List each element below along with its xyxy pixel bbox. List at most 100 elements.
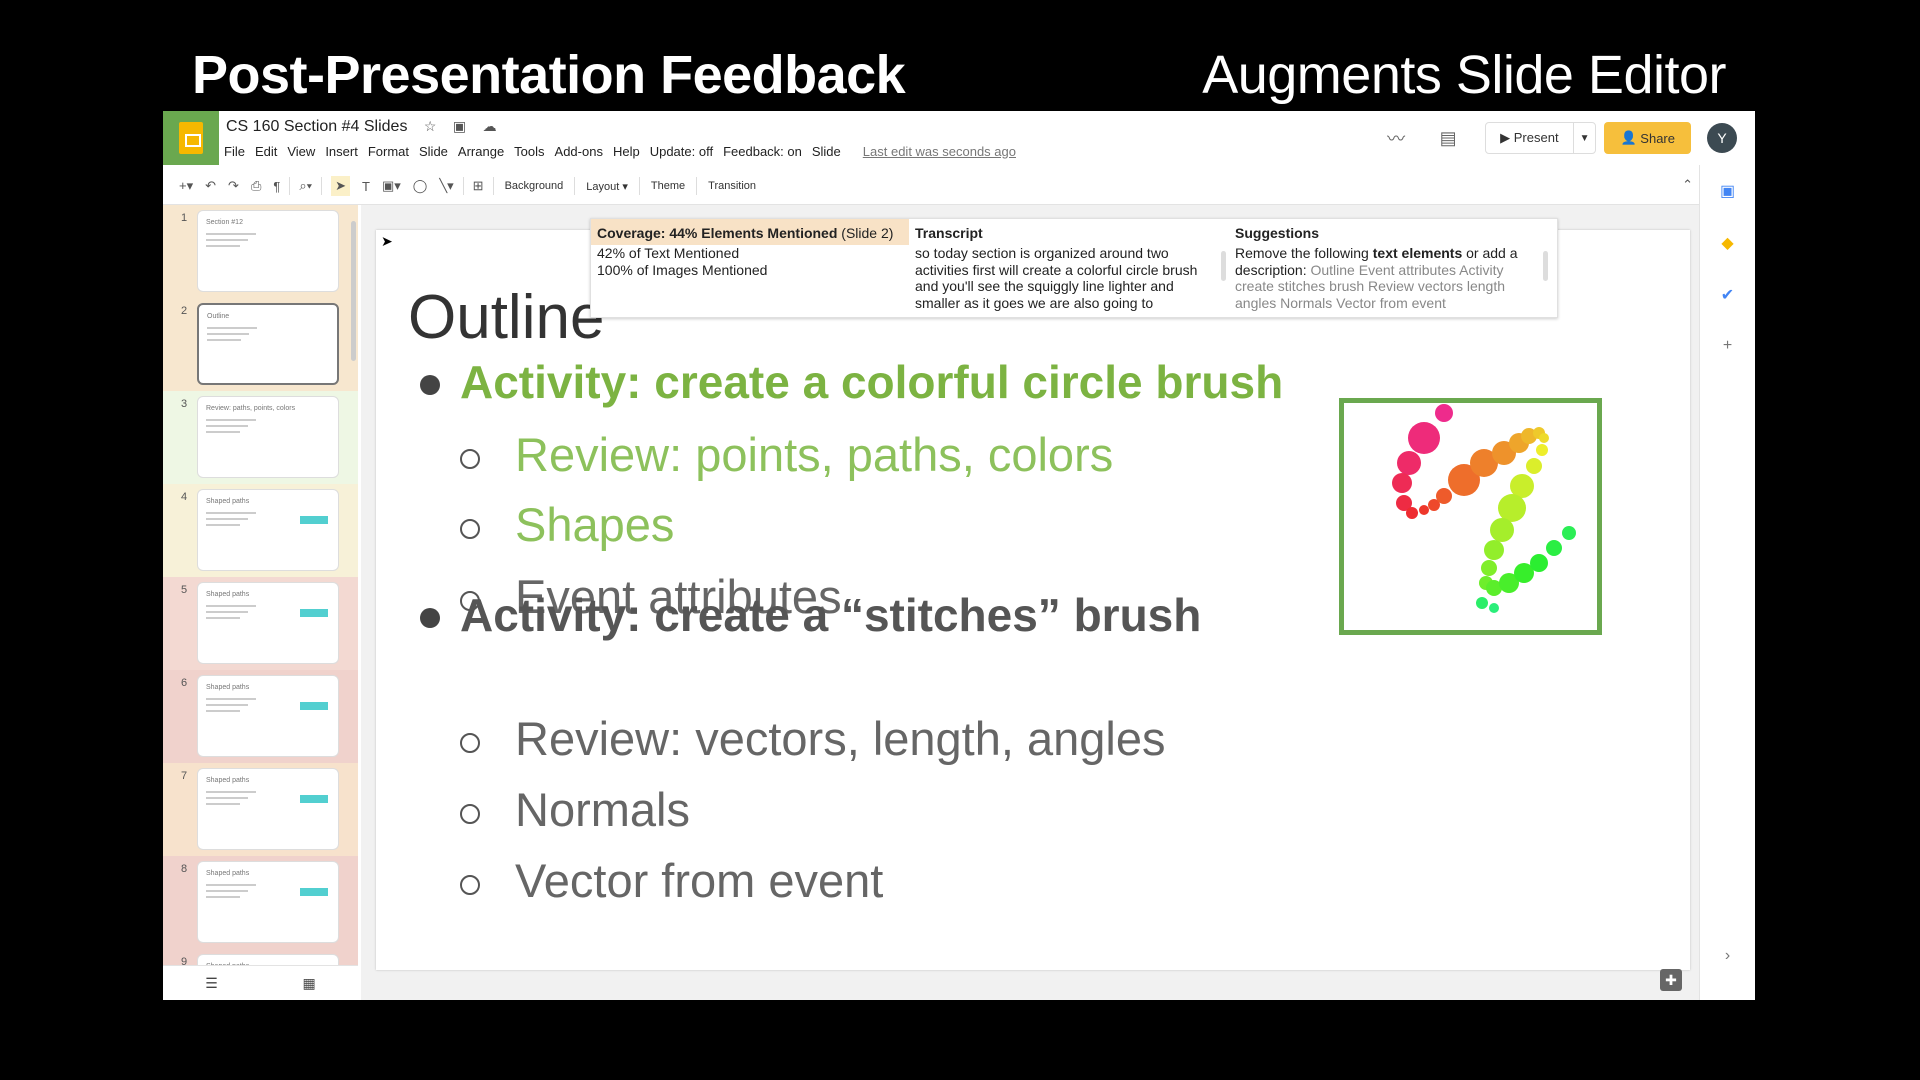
present-dropdown-icon[interactable]: ▼ [1572, 123, 1596, 153]
menu-item[interactable]: Help [613, 144, 640, 159]
theme-button[interactable]: Theme [651, 180, 685, 192]
brush-dot [1526, 458, 1542, 474]
slides-app: CS 160 Section #4 Slides ☆ ▣ ☁ File Edit V… [163, 111, 1755, 1000]
line-icon[interactable]: ╲▾ [439, 178, 453, 194]
slide-thumbnail[interactable]: 2 Outline [163, 298, 358, 391]
present-button[interactable]: ▶︎ Present ▼ [1485, 122, 1597, 154]
menu-item[interactable]: Feedback: on [723, 144, 802, 159]
menu-item[interactable]: Arrange [458, 144, 504, 159]
slide-title[interactable]: Outline [408, 282, 604, 353]
brush-dot [1419, 505, 1429, 515]
brush-dot [1546, 540, 1562, 556]
suggestions-scrollbar[interactable] [1543, 251, 1548, 281]
text-mentioned: 42% of Text Mentioned [597, 245, 740, 261]
slide-thumbnail[interactable]: 9 Shaped paths [163, 949, 358, 965]
slide-thumbnail[interactable]: 7 Shaped paths [163, 763, 358, 856]
slides-logo[interactable] [163, 111, 219, 165]
doc-title[interactable]: CS 160 Section #4 Slides [226, 118, 407, 135]
thumbnail-card: Shaped paths [197, 489, 339, 571]
share-icon: 👤 [1620, 130, 1641, 145]
menu-item[interactable]: File [224, 144, 245, 159]
thumbnail-title: Shaped paths [206, 777, 250, 784]
thumbnail-title: Shaped paths [206, 870, 250, 877]
thumbnail-card: Review: paths, points, colors [197, 396, 339, 478]
slide-thumbnail[interactable]: 8 Shaped paths [163, 856, 358, 949]
slide-thumbnail[interactable]: 5 Shaped paths [163, 577, 358, 670]
slide-thumbnail[interactable]: 3 Review: paths, points, colors [163, 391, 358, 484]
brush-dot [1530, 554, 1548, 572]
brush-dot [1397, 451, 1421, 475]
thumbnail-card: Shaped paths [197, 768, 339, 850]
explore-icon[interactable]: ✚ [1660, 969, 1682, 991]
bullet-activity-stitches-brush[interactable]: Activity: create a “stitches” brush [420, 588, 1201, 642]
bullet-activity-circle-brush[interactable]: Activity: create a colorful circle brush [420, 355, 1283, 409]
select-cursor-icon[interactable]: ➤ [331, 176, 350, 196]
print-icon[interactable]: ⎙ [251, 178, 261, 194]
transcript-scrollbar[interactable] [1221, 251, 1226, 281]
undo-icon[interactable]: ↶ [205, 178, 216, 194]
new-slide-icon[interactable]: +▾ [179, 178, 193, 194]
menu-item[interactable]: View [287, 144, 315, 159]
image-icon[interactable]: ▣▾ [382, 178, 401, 194]
brush-dot [1408, 422, 1440, 454]
thumbnail-card: Outline [197, 303, 339, 385]
background-button[interactable]: Background [505, 180, 564, 192]
slide-thumbnail[interactable]: 4 Shaped paths [163, 484, 358, 577]
slide-thumbnail[interactable]: 1 Section #12 [163, 205, 358, 298]
activity-trend-icon[interactable]: 〰 [1381, 125, 1411, 151]
brush-dot [1392, 473, 1412, 493]
avatar[interactable]: Y [1707, 123, 1737, 153]
last-edit-link[interactable]: Last edit was seconds ago [863, 144, 1016, 159]
slide-2[interactable]: Outline Activity: create a colorful circ… [376, 230, 1690, 970]
menu-item[interactable]: Insert [325, 144, 358, 159]
star-icon[interactable]: ☆ [424, 118, 437, 134]
sub-bullet[interactable]: Vector from event [459, 853, 883, 908]
brush-dot [1536, 444, 1548, 456]
zoom-icon[interactable]: ⌕▾ [299, 178, 312, 194]
tasks-icon[interactable]: ✔ [1721, 285, 1734, 305]
filmstrip: 1 Section #12 2 Outline 3 Review: paths, poin… [163, 205, 358, 965]
brush-dot [1539, 433, 1549, 443]
slide-number: 6 [181, 677, 188, 689]
layout-button[interactable]: Layout ▾ [586, 180, 628, 193]
filmstrip-scrollbar[interactable] [351, 221, 356, 361]
keep-icon[interactable]: ◆ [1721, 233, 1733, 253]
text-box-icon[interactable]: T [362, 179, 370, 194]
paint-format-icon[interactable]: ¶ [273, 179, 280, 194]
brush-dot [1484, 540, 1504, 560]
thumbnail-card: Shaped paths [197, 582, 339, 664]
menu-item[interactable]: Format [368, 144, 409, 159]
share-button[interactable]: 👤 Share [1604, 122, 1691, 154]
menu-item[interactable]: Slide [419, 144, 448, 159]
thumbnail-card: Shaped paths [197, 954, 339, 965]
transition-button[interactable]: Transition [708, 180, 756, 192]
sub-bullet[interactable]: Review: vectors, length, angles [460, 711, 1166, 766]
add-addon-icon[interactable]: + [1723, 337, 1732, 355]
grid-view-icon[interactable]: ▦ [302, 975, 315, 992]
filmstrip-view-icon[interactable]: ☰ [205, 975, 218, 992]
sub-bullet[interactable]: Shapes [459, 497, 674, 552]
sub-bullet[interactable]: Review: points, paths, colors [459, 427, 1113, 482]
slide-thumbnail[interactable]: 6 Shaped paths [163, 670, 358, 763]
redo-icon[interactable]: ↷ [228, 178, 239, 194]
slide-number: 8 [181, 863, 188, 875]
thumbnail-title: Section #12 [206, 219, 243, 226]
sub-bullet[interactable]: Normals [460, 782, 690, 837]
menu-item[interactable]: Slide [812, 144, 841, 159]
thumbnail-title: Shaped paths [206, 684, 250, 691]
brush-image[interactable] [1339, 398, 1602, 635]
menu-item[interactable]: Tools [514, 144, 544, 159]
menu-item[interactable]: Add-ons [555, 144, 603, 159]
menu-item[interactable]: Edit [255, 144, 277, 159]
expand-panel-icon[interactable]: › [1725, 947, 1730, 965]
collapse-toolbar-icon[interactable]: ⌃ [1682, 177, 1693, 193]
calendar-icon[interactable]: ▣ [1720, 181, 1735, 201]
thumbnail-card: Shaped paths [197, 861, 339, 943]
shape-icon[interactable]: ◯ [413, 178, 428, 194]
cloud-status-icon[interactable]: ☁ [483, 118, 497, 134]
comments-icon[interactable]: ▤ [1433, 128, 1463, 149]
thumbnail-card: Shaped paths [197, 675, 339, 757]
menu-item[interactable]: Update: off [650, 144, 713, 159]
comment-add-icon[interactable]: ⊞ [473, 178, 484, 194]
move-folder-icon[interactable]: ▣ [453, 118, 466, 134]
